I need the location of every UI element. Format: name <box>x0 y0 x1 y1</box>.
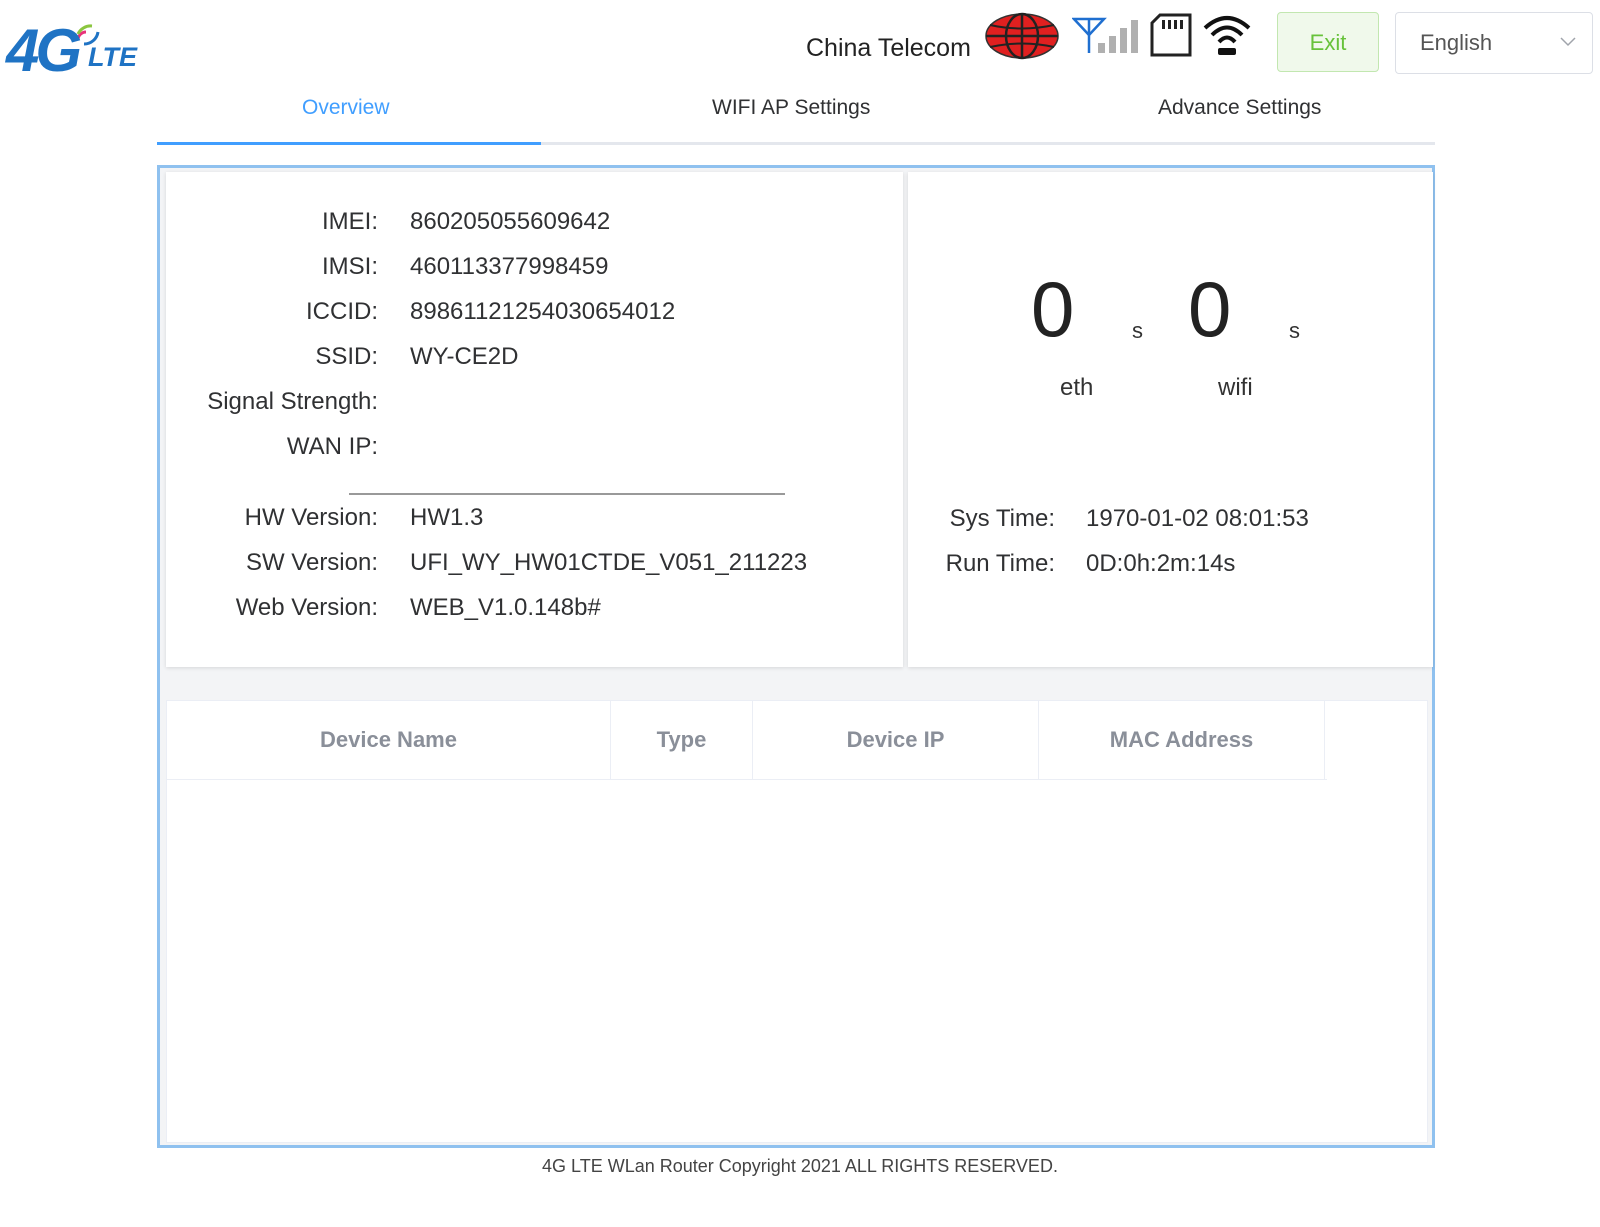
info-row-web-version: Web Version: WEB_V1.0.148b# <box>166 594 903 626</box>
wifi-icon <box>1203 16 1251 55</box>
tab-overview[interactable]: Overview <box>302 96 390 120</box>
sw-version-value: UFI_WY_HW01CTDE_V051_211223 <box>410 549 808 576</box>
sys-time-value: 1970-01-02 08:01:53 <box>1086 505 1309 532</box>
info-row-wan-ip: WAN IP: <box>166 433 903 465</box>
hw-version-value: HW1.3 <box>410 504 484 531</box>
wifi-label: wifi <box>1218 374 1253 401</box>
connection-stats-card: 0 s eth 0 s wifi Sys Time: 1970-01-02 08… <box>908 172 1433 667</box>
eth-label: eth <box>1060 374 1094 401</box>
signal-strength-label: Signal Strength: <box>207 388 378 415</box>
sys-time-label: Sys Time: <box>949 505 1055 532</box>
run-time-value: 0D:0h:2m:14s <box>1086 550 1236 577</box>
info-row-imei: IMEI: 860205055609642 <box>166 208 903 240</box>
column-header-device-name[interactable]: Device Name <box>167 701 611 779</box>
logo-4g-lte: 4G LTE <box>6 16 146 86</box>
language-select[interactable]: English <box>1395 12 1593 74</box>
logo-4g-text: 4G <box>6 17 82 84</box>
wifi-unit: s <box>1289 318 1300 343</box>
overview-panel: IMEI: 860205055609642 IMSI: 460113377998… <box>157 165 1435 1148</box>
wifi-count: 0 <box>1188 265 1232 353</box>
wan-ip-label: WAN IP: <box>286 433 378 460</box>
info-row-ssid: SSID: WY-CE2D <box>166 343 903 375</box>
web-version-label: Web Version: <box>235 594 378 621</box>
info-divider <box>349 493 785 495</box>
sys-time-row: Sys Time: 1970-01-02 08:01:53 <box>908 505 1433 537</box>
ssid-label: SSID: <box>315 343 378 370</box>
run-time-row: Run Time: 0D:0h:2m:14s <box>908 550 1433 582</box>
column-header-mac-address[interactable]: MAC Address <box>1039 701 1325 779</box>
eth-count: 0 <box>1031 265 1075 353</box>
active-tab-indicator <box>157 142 541 145</box>
imsi-label: IMSI: <box>321 253 378 280</box>
column-header-device-ip[interactable]: Device IP <box>753 701 1039 779</box>
tab-wifi-ap-settings[interactable]: WIFI AP Settings <box>712 96 870 120</box>
info-row-hw-version: HW Version: HW1.3 <box>166 504 903 536</box>
web-version-value: WEB_V1.0.148b# <box>410 594 601 621</box>
carrier-name: China Telecom <box>806 34 971 62</box>
info-row-iccid: ICCID: 89861121254030654012 <box>166 298 903 330</box>
column-header-type[interactable]: Type <box>611 701 753 779</box>
imsi-value: 460113377998459 <box>410 253 609 280</box>
imei-value: 860205055609642 <box>410 208 611 235</box>
run-time-label: Run Time: <box>945 550 1055 577</box>
iccid-label: ICCID: <box>306 298 378 325</box>
hw-version-label: HW Version: <box>244 504 378 531</box>
ssid-value: WY-CE2D <box>410 343 519 370</box>
logo-lte-text: LTE <box>88 42 137 72</box>
sw-version-label: SW Version: <box>245 549 378 576</box>
eth-unit: s <box>1132 318 1143 343</box>
chevron-down-icon <box>1560 37 1576 47</box>
device-info-card: IMEI: 860205055609642 IMSI: 460113377998… <box>166 172 903 667</box>
info-row-sw-version: SW Version: UFI_WY_HW01CTDE_V051_211223 <box>166 549 903 581</box>
table-header-divider <box>167 779 1327 780</box>
tab-advance-settings[interactable]: Advance Settings <box>1158 96 1321 120</box>
iccid-value: 89861121254030654012 <box>410 298 676 325</box>
connected-devices-table: Device Name Type Device IP MAC Address <box>166 700 1428 1143</box>
language-select-value: English <box>1420 30 1493 55</box>
imei-label: IMEI: <box>321 208 378 235</box>
exit-button[interactable]: Exit <box>1277 12 1379 72</box>
main-tabs: Overview WIFI AP Settings Advance Settin… <box>157 90 1435 145</box>
signal-antenna-icon <box>1072 17 1138 53</box>
copyright-footer: 4G LTE WLan Router Copyright 2021 ALL RI… <box>542 1156 1058 1176</box>
info-row-imsi: IMSI: 460113377998459 <box>166 253 903 285</box>
info-row-signal-strength: Signal Strength: <box>166 388 903 420</box>
globe-icon <box>985 12 1059 60</box>
sim-card-icon <box>1150 13 1192 57</box>
